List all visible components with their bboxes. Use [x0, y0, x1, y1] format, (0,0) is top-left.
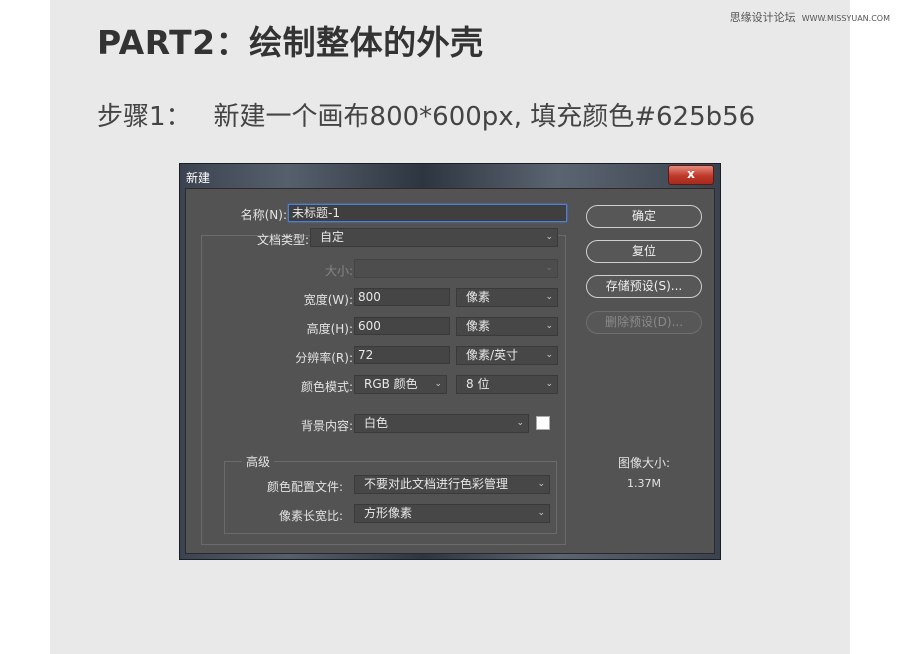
chevron-down-icon: ⌄ [537, 479, 545, 489]
chevron-down-icon: ⌄ [545, 232, 553, 242]
page-title: PART2：绘制整体的外壳 [97, 23, 484, 62]
image-size-value: 1.37M [627, 477, 661, 490]
save-preset-button[interactable]: 存储预设(S)... [586, 275, 702, 298]
watermark: 思缘设计论坛 WWW.MISSYUAN.COM [730, 9, 890, 25]
dialog-title: 新建 [186, 171, 211, 185]
width-unit-select[interactable]: 像素 ⌄ [456, 288, 558, 307]
watermark-site-cn: 思缘设计论坛 [729, 11, 796, 24]
ok-button[interactable]: 确定 [586, 205, 702, 228]
step-label: 步骤1： [97, 102, 192, 132]
close-icon: x [687, 167, 695, 181]
dialog-body: 名称(N): 未标题-1 文档类型: 自定 ⌄ 大小: ⌄ 宽度(W): 800… [185, 188, 715, 554]
size-select[interactable]: ⌄ [354, 259, 558, 278]
chevron-down-icon: ⌄ [545, 321, 553, 331]
doc-type-value: 自定 [320, 230, 345, 244]
name-input[interactable]: 未标题-1 [288, 204, 567, 222]
resolution-unit-value: 像素/英寸 [466, 348, 519, 362]
bit-depth-value: 8 位 [466, 377, 490, 391]
height-unit-select[interactable]: 像素 ⌄ [456, 317, 558, 336]
reset-button[interactable]: 复位 [586, 240, 702, 263]
chevron-down-icon: ⌄ [545, 292, 553, 302]
advanced-group-frame [224, 461, 557, 534]
width-input[interactable]: 800 [354, 288, 450, 306]
delete-preset-button[interactable]: 删除预设(D)... [586, 311, 702, 334]
resolution-unit-select[interactable]: 像素/英寸 ⌄ [456, 346, 558, 365]
pixel-aspect-value: 方形像素 [364, 506, 413, 520]
height-input[interactable]: 600 [354, 317, 450, 335]
background-select[interactable]: 白色 ⌄ [354, 414, 529, 433]
name-label: 名称(N): [240, 208, 287, 222]
doc-type-label: 文档类型: [256, 233, 309, 247]
new-document-dialog: 新建 x 名称(N): 未标题-1 文档类型: 自定 ⌄ 大小: ⌄ 宽度(W)… [179, 163, 721, 560]
pixel-aspect-label: 像素长宽比: [278, 509, 343, 523]
width-unit-value: 像素 [466, 290, 491, 304]
advanced-legend: 高级 [242, 453, 275, 470]
chevron-down-icon: ⌄ [545, 350, 553, 360]
color-profile-label: 颜色配置文件: [266, 480, 343, 494]
chevron-down-icon: ⌄ [545, 379, 553, 389]
chevron-down-icon: ⌄ [545, 263, 553, 273]
step-instruction: 步骤1： 新建一个画布800*600px, 填充颜色#625b56 [97, 96, 755, 133]
chevron-down-icon: ⌄ [516, 418, 524, 428]
background-value: 白色 [364, 416, 389, 430]
resolution-input[interactable]: 72 [354, 346, 450, 364]
doc-type-select[interactable]: 自定 ⌄ [310, 228, 558, 247]
color-mode-label: 颜色模式: [300, 380, 353, 394]
bit-depth-select[interactable]: 8 位 ⌄ [456, 375, 558, 394]
color-profile-value: 不要对此文档进行色彩管理 [364, 477, 509, 491]
watermark-site-url: WWW.MISSYUAN.COM [801, 14, 890, 23]
size-label: 大小: [324, 264, 353, 278]
pixel-aspect-select[interactable]: 方形像素 ⌄ [354, 504, 550, 523]
image-size-label: 图像大小: [617, 456, 671, 470]
height-label: 高度(H): [306, 322, 353, 336]
chevron-down-icon: ⌄ [434, 379, 442, 389]
color-profile-select[interactable]: 不要对此文档进行色彩管理 ⌄ [354, 475, 550, 494]
close-button[interactable]: x [668, 165, 714, 185]
background-color-swatch[interactable] [536, 416, 550, 430]
step-text: 新建一个画布800*600px, 填充颜色#625b56 [213, 102, 756, 132]
width-label: 宽度(W): [303, 293, 353, 307]
chevron-down-icon: ⌄ [537, 508, 545, 518]
background-label: 背景内容: [300, 419, 353, 433]
color-mode-select[interactable]: RGB 颜色 ⌄ [354, 375, 447, 394]
color-mode-value: RGB 颜色 [364, 377, 418, 391]
resolution-label: 分辨率(R): [295, 351, 353, 365]
height-unit-value: 像素 [466, 319, 491, 333]
